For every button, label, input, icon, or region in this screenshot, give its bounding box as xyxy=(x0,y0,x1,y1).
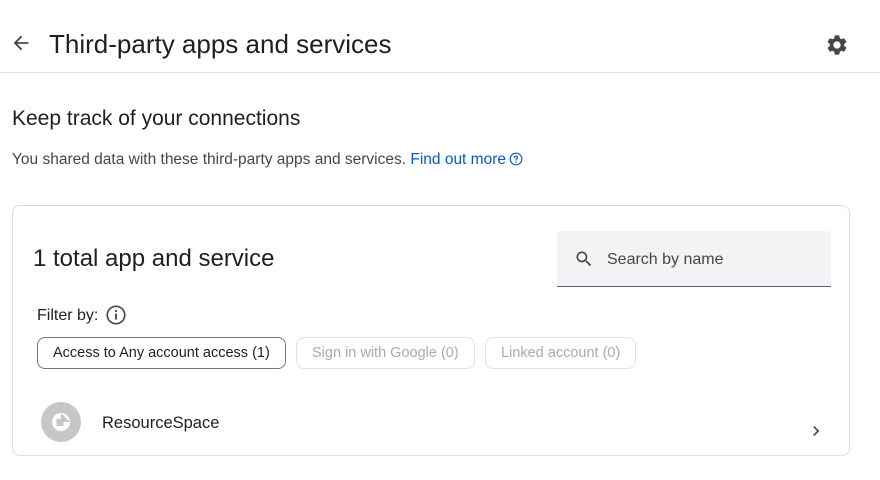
search-icon xyxy=(576,251,592,267)
filter-label: Filter by: xyxy=(37,307,99,324)
app-placeholder-icon xyxy=(41,402,81,442)
filter-chip-sign-in-with-google[interactable]: Sign in with Google (0) xyxy=(296,337,475,369)
help-circle-icon xyxy=(509,152,523,166)
page-title: Third-party apps and services xyxy=(49,29,392,59)
description-text: You shared data with these third-party a… xyxy=(12,151,407,168)
search-box[interactable] xyxy=(557,231,831,287)
gear-icon xyxy=(827,35,847,55)
info-icon[interactable] xyxy=(105,304,127,326)
section-description: You shared data with these third-party a… xyxy=(12,150,523,170)
arrow-back-icon xyxy=(13,35,29,51)
total-count: 1 total app and service xyxy=(33,245,275,272)
settings-button[interactable] xyxy=(824,32,850,58)
connections-card: 1 total app and service Filter by: Acces… xyxy=(12,205,850,456)
find-out-more-link[interactable]: Find out more xyxy=(410,151,523,168)
filter-chip-any-account-access[interactable]: Access to Any account access (1) xyxy=(37,337,286,369)
back-button[interactable] xyxy=(8,30,34,56)
filter-chip-linked-account[interactable]: Linked account (0) xyxy=(485,337,637,369)
section-heading: Keep track of your connections xyxy=(12,107,301,130)
chevron-right-icon xyxy=(813,426,820,436)
app-name: ResourceSpace xyxy=(102,414,220,432)
find-out-more-label: Find out more xyxy=(410,151,506,168)
search-input[interactable] xyxy=(605,247,819,273)
page-header: Third-party apps and services xyxy=(0,0,880,73)
app-row-resourcespace[interactable]: ResourceSpace xyxy=(14,394,848,450)
